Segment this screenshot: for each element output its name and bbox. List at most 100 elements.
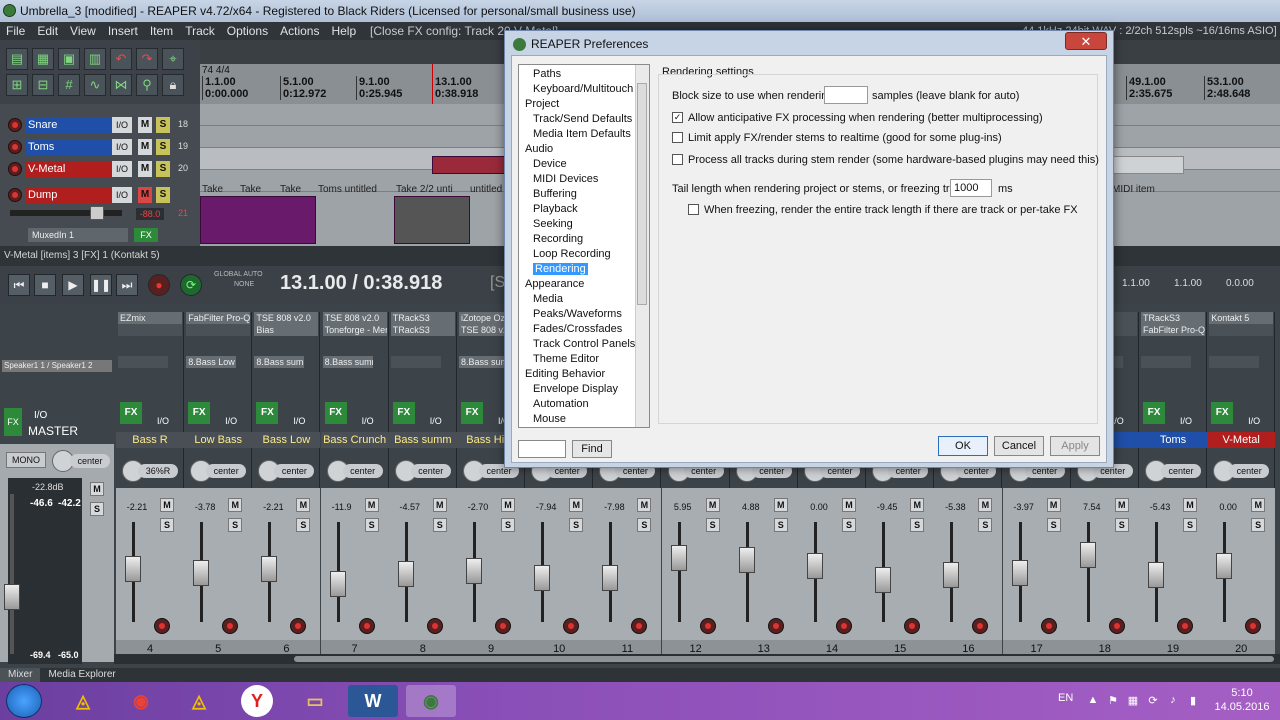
mute-button[interactable]: M — [978, 498, 993, 512]
menu-insert[interactable]: Insert — [102, 22, 144, 40]
start-button[interactable] — [6, 684, 42, 718]
record-arm-button[interactable] — [495, 618, 511, 634]
fx-button[interactable]: FX — [392, 402, 415, 424]
fx-button[interactable]: FX — [461, 402, 483, 424]
mute-button[interactable]: M — [364, 498, 379, 512]
strip-track-name[interactable]: Bass R — [116, 432, 184, 448]
record-arm-button[interactable] — [426, 618, 443, 634]
mono-button[interactable]: MONO — [6, 452, 46, 468]
mute-button[interactable]: M — [138, 139, 152, 155]
solo-button[interactable]: S — [978, 518, 993, 532]
mixer-scrollbar[interactable] — [114, 654, 1280, 664]
mute-button[interactable]: M — [138, 187, 152, 203]
menu-item[interactable]: Item — [144, 22, 179, 40]
tail-length-input[interactable]: 1000 — [950, 179, 992, 197]
volume-fader[interactable] — [1216, 552, 1233, 579]
master-fx-button[interactable]: FX — [4, 408, 22, 436]
find-input[interactable] — [518, 440, 566, 458]
mute-button[interactable]: M — [432, 498, 447, 512]
volume-fader[interactable] — [1079, 541, 1096, 568]
solo-button[interactable]: S — [156, 187, 170, 203]
flag-icon[interactable]: ⚑ — [1106, 694, 1120, 708]
solo-button[interactable]: S — [842, 518, 856, 532]
strip-track-name[interactable]: Bass Crunch — [320, 432, 389, 448]
archicad-app-icon[interactable]: ◬ — [58, 685, 108, 717]
io-button[interactable]: I/O — [419, 416, 453, 426]
record-arm-button[interactable] — [767, 618, 784, 634]
volume-fader[interactable] — [807, 552, 823, 579]
chrome-app-icon[interactable]: ◉ — [116, 685, 166, 717]
solo-button[interactable]: S — [569, 518, 584, 532]
volume-fader[interactable] — [261, 556, 278, 583]
undo-icon[interactable]: ↶ — [110, 48, 132, 70]
fx-slot[interactable]: TRackS3 — [390, 312, 455, 324]
mute-button[interactable]: M — [296, 498, 311, 512]
fx-button[interactable]: FX — [120, 402, 142, 424]
volume-fader[interactable] — [670, 545, 687, 572]
send-slot[interactable] — [118, 356, 168, 368]
io-button[interactable]: I/O — [1237, 416, 1271, 426]
tree-item-envelope-display[interactable]: Envelope Display — [533, 382, 618, 397]
solo-button[interactable]: S — [705, 518, 720, 532]
volume-fader[interactable] — [875, 567, 892, 593]
fx-slot[interactable]: EZmix — [118, 312, 182, 324]
tree-item-track-send-defaults[interactable]: Track/Send Defaults — [533, 112, 632, 127]
master-solo-button[interactable]: S — [90, 502, 104, 516]
fx-slot[interactable]: TRackS3 — [1141, 312, 1205, 324]
send-slot[interactable] — [1141, 356, 1191, 368]
fx-button[interactable]: FX — [324, 402, 347, 424]
input-language[interactable]: EN — [1058, 692, 1073, 704]
new-project-icon[interactable]: ▤ — [6, 48, 28, 70]
strip-track-name[interactable]: Bass Low — [252, 432, 321, 448]
volume-fader[interactable] — [1011, 559, 1028, 586]
master-output-routing[interactable]: Speaker1 1 / Speaker1 2 — [2, 360, 112, 372]
metronome-icon[interactable]: ⌖ — [162, 48, 184, 70]
send-slot[interactable]: 8.Bass summ — [459, 356, 509, 368]
solo-button[interactable]: S — [501, 518, 515, 532]
tree-item-track-control-panels[interactable]: Track Control Panels — [533, 337, 635, 352]
master-mute-button[interactable]: M — [90, 482, 104, 496]
battery-icon[interactable]: ▮ — [1186, 694, 1200, 708]
tree-item-rendering[interactable]: Rendering — [533, 262, 588, 277]
mute-button[interactable]: M — [1114, 498, 1129, 512]
play-button[interactable]: ▶ — [62, 274, 84, 296]
tray-chevron-icon[interactable]: ▲ — [1086, 694, 1100, 708]
tree-item-midi-devices[interactable]: MIDI Devices — [533, 172, 598, 187]
fx-button[interactable]: FX — [1211, 402, 1234, 424]
record-icon[interactable]: ● — [148, 274, 170, 296]
volume-fader[interactable] — [534, 565, 551, 592]
volume-fader[interactable] — [602, 565, 619, 592]
volume-fader[interactable] — [397, 560, 414, 587]
fx-slot[interactable]: TSE 808 v2.0 — [254, 312, 319, 324]
strip-track-name[interactable]: Toms — [1139, 432, 1207, 448]
cancel-button[interactable]: Cancel — [994, 436, 1044, 456]
record-arm-button[interactable] — [358, 618, 375, 634]
tree-item-project[interactable]: Project — [525, 97, 559, 112]
network-icon[interactable]: ▦ — [1126, 694, 1140, 708]
tree-item-theme-editor[interactable]: Theme Editor — [533, 352, 599, 367]
fx-slot[interactable]: Bias — [254, 324, 319, 336]
global-automation[interactable]: GLOBAL AUTO NONE — [214, 270, 263, 290]
io-button[interactable]: I/O — [112, 139, 132, 155]
track-row-toms[interactable]: Toms I/O M S 19 — [4, 136, 196, 158]
lock-icon[interactable]: 🔒︎ — [162, 74, 184, 96]
tree-scrollbar[interactable] — [635, 65, 649, 427]
mute-button[interactable]: M — [1183, 498, 1197, 512]
anticipative-fx-checkbox[interactable]: ✓ — [672, 112, 683, 123]
solo-button[interactable]: S — [432, 518, 447, 532]
solo-button[interactable]: S — [160, 518, 174, 532]
mute-button[interactable]: M — [138, 161, 152, 177]
tree-scrollbar-thumb[interactable] — [637, 83, 647, 305]
find-button[interactable]: Find — [572, 440, 612, 458]
tree-item-appearance[interactable]: Appearance — [525, 277, 584, 292]
apply-button[interactable]: Apply — [1050, 436, 1100, 456]
tree-item-peaks-waveforms[interactable]: Peaks/Waveforms — [533, 307, 622, 322]
record-arm-button[interactable] — [8, 188, 22, 202]
audio-item[interactable] — [200, 196, 316, 244]
record-arm-button[interactable] — [1108, 618, 1125, 634]
tree-item-loop-recording[interactable]: Loop Recording — [533, 247, 611, 262]
master-io-button[interactable]: I/O — [34, 410, 47, 421]
send-slot[interactable] — [1209, 356, 1260, 368]
io-button[interactable]: I/O — [282, 416, 316, 426]
menu-options[interactable]: Options — [221, 22, 274, 40]
